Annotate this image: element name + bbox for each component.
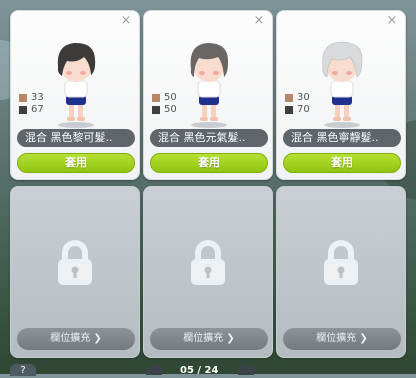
hair-name-label: 混合 黑色元氣髮.. — [150, 129, 268, 147]
stat-value: 33 — [31, 92, 44, 103]
color-swatch — [152, 105, 160, 114]
hair-slot-3: × 30 70 混合 黑色寧靜髮.. 套用 — [276, 10, 406, 180]
apply-button[interactable]: 套用 — [283, 153, 401, 173]
color-swatch — [19, 93, 27, 102]
expand-slot-button[interactable]: 欄位擴充 ❯ — [17, 328, 135, 350]
hair-name-label: 混合 黑色黎可髮.. — [17, 129, 135, 147]
chevron-right-icon: ❯ — [93, 333, 102, 344]
stat-row: 33 — [19, 92, 44, 103]
expand-slot-label: 欄位擴充 — [183, 333, 224, 344]
color-swatch — [285, 105, 293, 114]
color-swatch — [152, 93, 160, 102]
chevron-right-icon: ❯ — [226, 333, 235, 344]
locked-slot-1: 欄位擴充 ❯ — [10, 186, 140, 358]
stat-value: 50 — [164, 104, 177, 115]
color-swatch — [285, 93, 293, 102]
apply-button[interactable]: 套用 — [17, 153, 135, 173]
lock-icon — [58, 240, 92, 285]
stat-value: 70 — [297, 104, 310, 115]
stat-row: 50 — [152, 92, 177, 103]
apply-button[interactable]: 套用 — [150, 153, 268, 173]
expand-slot-button[interactable]: 欄位擴充 ❯ — [150, 328, 268, 350]
stat-row: 70 — [285, 104, 310, 115]
color-swatch — [19, 105, 27, 114]
lock-icon — [191, 240, 225, 285]
chevron-right-icon: ❯ — [359, 333, 368, 344]
page-indicator: 05 / 24 — [180, 365, 219, 376]
locked-slot-3: 欄位擴充 ❯ — [276, 186, 406, 358]
locked-slot-2: 欄位擴充 ❯ — [143, 186, 273, 358]
expand-slot-label: 欄位擴充 — [316, 333, 357, 344]
stat-row: 30 — [285, 92, 310, 103]
expand-slot-button[interactable]: 欄位擴充 ❯ — [283, 328, 401, 350]
stat-row: 50 — [152, 104, 177, 115]
help-button[interactable]: ? — [10, 364, 36, 376]
hair-slot-1: × 33 67 混合 黑色黎可髮.. 套用 — [10, 10, 140, 180]
stat-row: 67 — [19, 104, 44, 115]
expand-slot-label: 欄位擴充 — [50, 333, 91, 344]
stat-value: 30 — [297, 92, 310, 103]
stat-value: 67 — [31, 104, 44, 115]
hair-name-label: 混合 黑色寧靜髮.. — [283, 129, 401, 147]
hair-slot-2: × 50 50 混合 黑色元氣髮.. 套用 — [143, 10, 273, 180]
lock-icon — [324, 240, 358, 285]
stat-value: 50 — [164, 92, 177, 103]
